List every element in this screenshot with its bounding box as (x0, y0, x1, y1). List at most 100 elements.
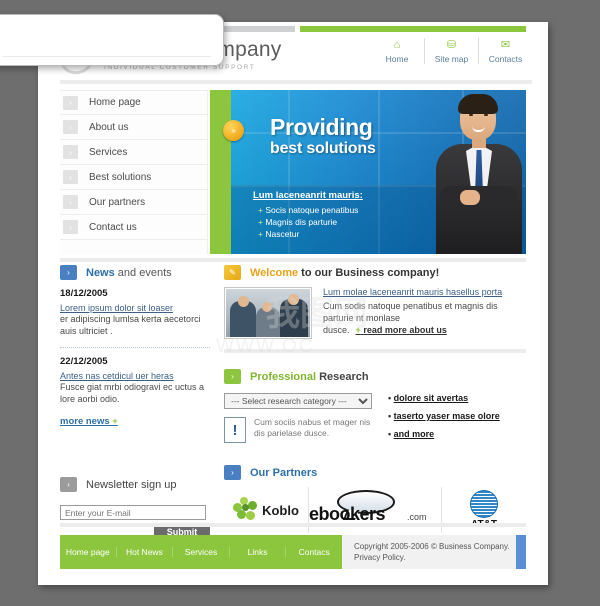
sidebar-item-label: Services (89, 146, 128, 158)
sidebar-item-label: Contact us (89, 221, 137, 233)
chevron-right-icon: › (60, 477, 77, 492)
mail-icon: ✉ (500, 39, 511, 51)
privacy-policy-link[interactable]: Privacy Policy. (354, 552, 516, 563)
read-more-link[interactable]: + read more about us (356, 325, 447, 335)
home-icon: ⌂ (393, 39, 401, 51)
footer-link-services[interactable]: Services (172, 547, 229, 557)
sidebar-item-label: About us (89, 121, 129, 133)
att-globe-icon (470, 490, 498, 518)
news-entry: 22/12/2005 Antes nas cetdicul uer heras … (60, 356, 210, 405)
chevron-right-icon: › (224, 465, 241, 480)
hero-list-item: Socis natoque penatibus (258, 204, 358, 216)
header-nav-item-site-map[interactable]: ⛁ Site map (424, 38, 478, 64)
sidebar-item-best-solutions[interactable]: › Best solutions (60, 165, 207, 190)
hero-row: › Home page › About us › Services › Best… (60, 90, 526, 254)
koblo-molecule-icon (233, 497, 259, 523)
hero-banner[interactable]: » Providing best solutions Lum laceneanr… (210, 90, 526, 254)
sidebar-item-contact-us[interactable]: › Contact us (60, 215, 207, 240)
hero-badge-icon[interactable]: » (223, 120, 244, 141)
news-separator (60, 347, 210, 348)
footer-link-hot-news[interactable]: Hot News (115, 547, 173, 557)
header-nav: ⌂ Home ⛁ Site map ✉ Contacts (370, 38, 532, 64)
chevron-right-icon: › (63, 95, 78, 110)
footer-link-home-page[interactable]: Home page (60, 547, 116, 557)
overlay-popup[interactable] (0, 14, 224, 66)
welcome-body: Lum molae laceneanrit mauris hasellus po… (224, 287, 526, 339)
site-footer: Home page Hot News Services Links Contac… (60, 535, 526, 569)
newsletter-email-input[interactable] (60, 505, 206, 520)
research-link-item[interactable]: taserto yaser mase olore (388, 411, 500, 421)
footer-link-links[interactable]: Links (228, 547, 286, 557)
hero-list-item: Nascetur (258, 228, 358, 240)
chevron-right-icon: › (63, 120, 78, 134)
welcome-link[interactable]: Lum molae laceneanrit mauris hasellus po… (323, 287, 526, 297)
more-news-link[interactable]: more news + (60, 416, 118, 427)
hero-feature-list: Socis natoque penatibus Magnis dis partu… (258, 204, 358, 240)
news-link[interactable]: Lorem ipsum dolor sit loaser (60, 303, 210, 313)
research-link-item[interactable]: dolore sit avertas (388, 393, 500, 403)
hero-list-item: Magnis dis parturie (258, 216, 358, 228)
topbar-green-accent (300, 26, 526, 32)
chevron-right-icon: › (63, 220, 78, 234)
sidebar-item-label: Our partners (89, 196, 146, 208)
news-section-title: News and events (86, 266, 172, 279)
news-section: › News and events 18/12/2005 Lorem ipsum… (60, 265, 210, 429)
research-left: --- Select research category --- ! Cum s… (224, 391, 374, 447)
hero-bottom-divider (60, 258, 526, 262)
research-header: › Professional Research (224, 369, 526, 384)
partners-title: Our Partners (250, 466, 318, 479)
footer-link-contacs[interactable]: Contacs (285, 547, 342, 557)
chevron-right-icon: › (63, 195, 78, 209)
welcome-title: Welcome to our Business company! (250, 266, 440, 279)
research-link[interactable]: taserto yaser mase olore (394, 411, 500, 421)
copyright-text: Copyright 2005-2006 © Business Company. (354, 542, 510, 551)
chevron-right-icon: › (63, 170, 78, 184)
research-note-text: Cum sociis nabus et mager nis dis pariel… (254, 417, 371, 438)
news-date: 22/12/2005 (60, 356, 108, 367)
research-link[interactable]: and more (394, 429, 435, 439)
chevron-right-icon: › (224, 369, 241, 384)
header-nav-item-contacts[interactable]: ✉ Contacts (478, 38, 532, 64)
right-column: ✎ Welcome to our Business company! Lum m… (224, 265, 526, 533)
welcome-text-block: Lum molae laceneanrit mauris hasellus po… (323, 287, 526, 339)
footer-divider (60, 523, 526, 527)
newsletter-header: › Newsletter sign up (60, 477, 210, 492)
research-link-item[interactable]: and more (388, 429, 500, 439)
header-nav-label: Home (385, 54, 409, 64)
footer-copyright: Copyright 2005-2006 © Business Company. … (342, 535, 516, 569)
news-text: Fusce giat mrbi odiogravi ec uctus a lor… (60, 382, 205, 404)
news-section-header: › News and events (60, 265, 210, 280)
welcome-bottom-divider (224, 349, 526, 353)
sidebar-item-services[interactable]: › Services (60, 140, 207, 165)
hero-subtitle: best solutions (270, 140, 376, 157)
hero-businessman-photo (430, 90, 526, 254)
header-nav-label: Site map (434, 54, 469, 64)
sidebar-item-home-page[interactable]: › Home page (60, 90, 207, 115)
newsletter-section: › Newsletter sign up Submit (60, 477, 210, 539)
chevron-right-icon: › (60, 265, 77, 280)
news-link[interactable]: Antes nas cetdicul uer heras (60, 371, 210, 381)
research-category-select[interactable]: --- Select research category --- (224, 393, 372, 409)
research-link[interactable]: dolore sit avertas (394, 393, 469, 403)
header-nav-item-home[interactable]: ⌂ Home (370, 38, 424, 64)
header-divider (60, 80, 532, 84)
sidebar-item-about-us[interactable]: › About us (60, 115, 207, 140)
sitemap-icon: ⛁ (446, 39, 457, 51)
hero-title: Providing (270, 114, 373, 140)
welcome-section: ✎ Welcome to our Business company! Lum m… (224, 265, 526, 339)
footer-accent-block (516, 535, 526, 569)
page-shell: Business company INDIVIDUAL CUSTOMER SUP… (38, 22, 548, 585)
overlay-popup-field[interactable] (3, 23, 211, 57)
welcome-body-text: Cum sodis natoque penatibus et magnis di… (323, 301, 498, 335)
pencil-icon: ✎ (224, 265, 241, 280)
welcome-header: ✎ Welcome to our Business company! (224, 265, 526, 280)
footer-nav: Home page Hot News Services Links Contac… (60, 535, 342, 569)
research-body: --- Select research category --- ! Cum s… (224, 391, 526, 447)
sidebar-item-our-partners[interactable]: › Our partners (60, 190, 207, 215)
partners-header: › Our Partners (224, 465, 526, 480)
hero-list-title: Lum laceneanrit mauris: (253, 190, 363, 201)
research-section: › Professional Research --- Select resea… (224, 369, 526, 447)
chevron-right-icon: › (63, 145, 78, 159)
news-entry: 18/12/2005 Lorem ipsum dolor sit loaser … (60, 288, 210, 337)
koblo-wordmark: Koblo (262, 502, 299, 518)
